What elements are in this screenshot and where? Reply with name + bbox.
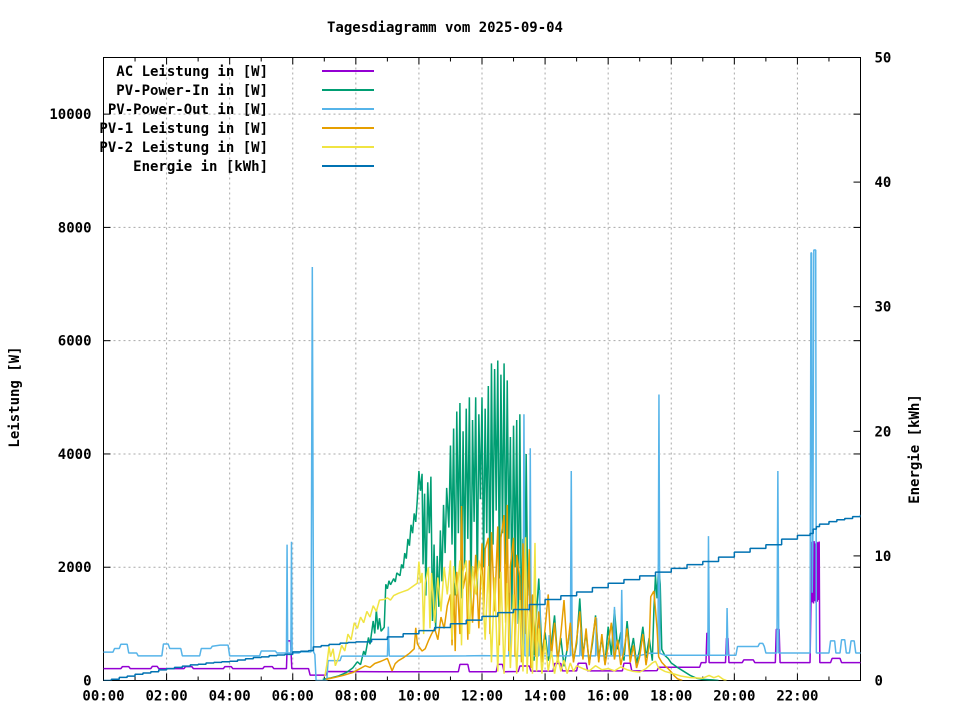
- y-axis-label-right: Energie [kWh]: [907, 394, 923, 504]
- y-right-tick-label: 50: [875, 51, 892, 67]
- chart-title: Tagesdiagramm vom 2025-09-04: [326, 20, 563, 36]
- x-tick-label: 08:00: [335, 689, 377, 705]
- x-tick-label: 10:00: [398, 689, 440, 705]
- legend-label: PV-Power-In in [W]: [116, 83, 268, 99]
- y-left-tick-label: 6000: [58, 334, 92, 350]
- x-tick-label: 18:00: [650, 689, 692, 705]
- chart-canvas: 00:00 02:00 04:00 06:00 08:00 10:00 12:00 14:00…: [49, 51, 892, 705]
- x-tick-label: 04:00: [209, 689, 251, 705]
- y-right-tick-label: 20: [875, 424, 892, 440]
- x-tick-label: 16:00: [587, 689, 629, 705]
- y-left-tick-label: 10000: [49, 107, 91, 123]
- y-left-tick-label: 8000: [58, 220, 92, 236]
- y-right-tick-label: 0: [875, 674, 883, 690]
- x-tick-label: 06:00: [272, 689, 314, 705]
- y-left-tick-label: 2000: [58, 560, 92, 576]
- y-left-tick-label: 0: [83, 674, 91, 690]
- y-right-tick-label: 30: [875, 300, 892, 316]
- x-tick-label: 14:00: [524, 689, 566, 705]
- legend-label: AC Leistung in [W]: [116, 64, 268, 80]
- x-tick-label: 02:00: [146, 689, 188, 705]
- x-tick-label: 20:00: [713, 689, 755, 705]
- legend-label: Energie in [kWh]: [133, 159, 268, 175]
- legend-label: PV-2 Leistung in [W]: [99, 140, 268, 156]
- y-right-tick-label: 10: [875, 549, 892, 565]
- x-tick-label: 00:00: [82, 689, 124, 705]
- x-tick-label: 22:00: [776, 689, 818, 705]
- legend-label: PV-Power-Out in [W]: [108, 102, 268, 118]
- x-tick-label: 12:00: [461, 689, 503, 705]
- y-right-tick-label: 40: [875, 175, 892, 191]
- y-axis-label-left: Leistung [W]: [7, 346, 23, 448]
- tagesdiagramm-chart: Tagesdiagramm vom 2025-09-04 Leistung [W…: [0, 0, 960, 720]
- legend-label: PV-1 Leistung in [W]: [99, 121, 268, 137]
- y-left-tick-label: 4000: [58, 447, 92, 463]
